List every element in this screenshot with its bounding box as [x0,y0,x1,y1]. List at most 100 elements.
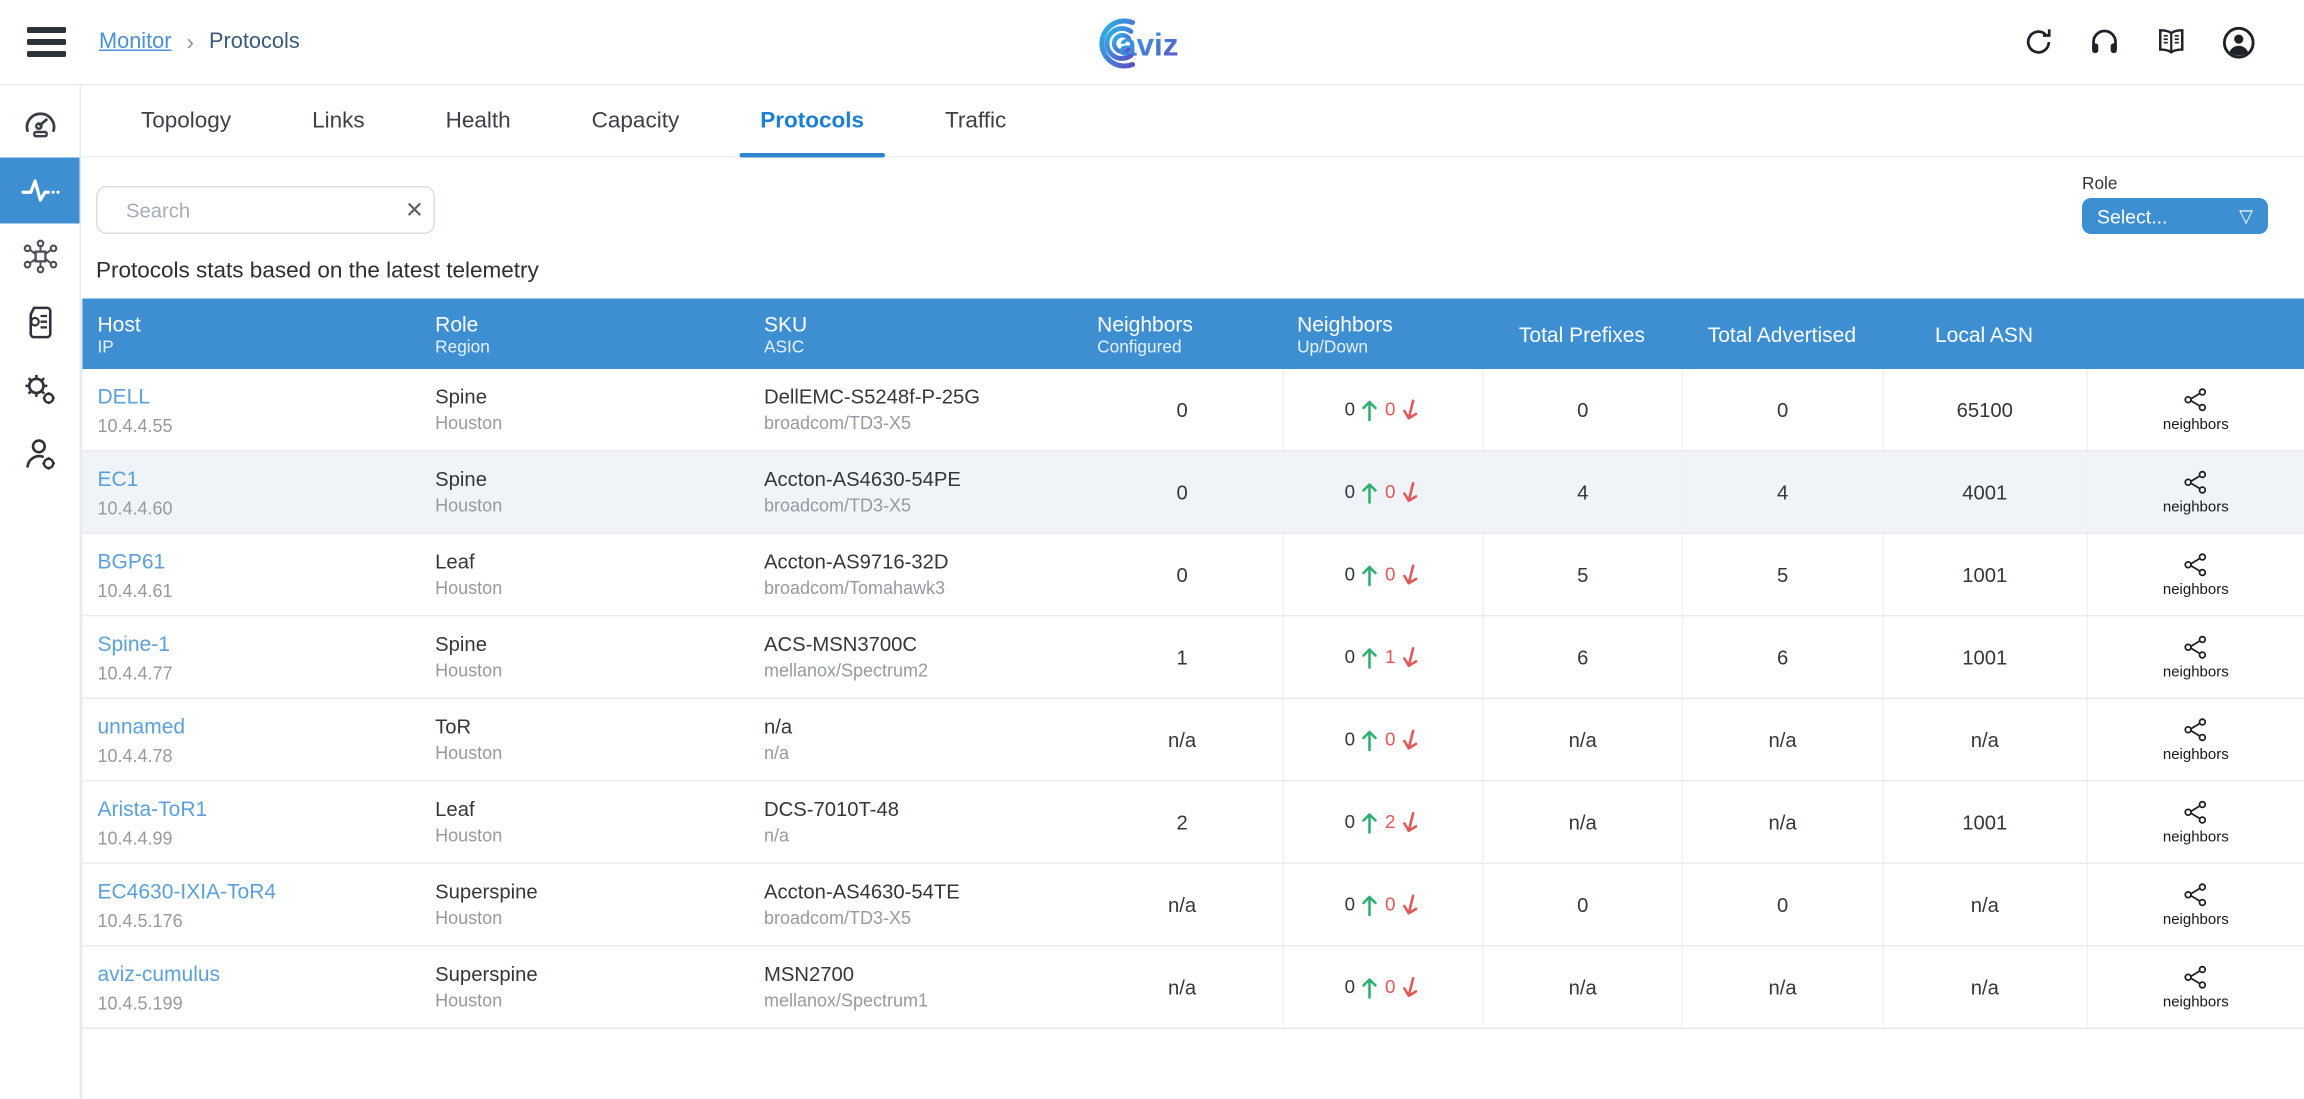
sku-value: DellEMC-S5248f-P-25G [764,386,1082,409]
neighbors-up-count: 0 [1345,564,1355,585]
breadcrumb-monitor-link[interactable]: Monitor [99,30,172,54]
neighbors-up-count: 0 [1345,894,1355,915]
neighbors-button[interactable]: neighbors [2163,551,2229,599]
host-link[interactable]: Spine-1 [98,631,170,655]
cell-total-advertised: 0 [1682,864,1882,945]
region-value: Houston [435,990,749,1011]
table-row: Spine-1 10.4.4.77 Spine Houston ACS-MSN3… [83,617,2304,700]
host-link[interactable]: Arista-ToR1 [98,796,208,820]
col-header-sku: SKU ASIC [749,311,1082,356]
refresh-icon[interactable] [2022,26,2055,59]
neighbors-button[interactable]: neighbors [2163,716,2229,764]
neighbors-label: neighbors [2163,830,2229,847]
monitor-tabs: Topology Links Health Capacity Protocols… [81,86,2304,158]
hamburger-menu-icon[interactable] [27,27,66,57]
neighbors-up-count: 0 [1345,812,1355,833]
arrow-down-icon [1399,644,1423,671]
tab-capacity[interactable]: Capacity [571,86,701,157]
neighbors-button[interactable]: neighbors [2163,468,2229,516]
gears-icon [20,368,61,409]
cell-neighbors-action: neighbors [2086,947,2304,1028]
sidebar-item-config-docs[interactable] [0,290,80,356]
cell-total-prefixes: 0 [1482,864,1682,945]
cell-neighbors-configured: 0 [1082,452,1282,533]
tab-links[interactable]: Links [291,86,386,157]
cell-local-asn: 65100 [1882,369,2086,450]
cell-sku: n/a n/a [749,716,1082,764]
neighbors-button[interactable]: neighbors [2163,963,2229,1011]
cell-total-prefixes: n/a [1482,699,1682,780]
table-row: Arista-ToR1 10.4.4.99 Leaf Houston DCS-7… [83,782,2304,865]
arrow-down-icon [1399,396,1423,423]
table-row: aviz-cumulus 10.4.5.199 Superspine Houst… [83,947,2304,1030]
cell-neighbors-updown: 0 2 [1282,782,1482,863]
cell-neighbors-action: neighbors [2086,534,2304,615]
tab-health[interactable]: Health [425,86,532,157]
neighbors-share-icon [2182,551,2211,580]
tab-topology[interactable]: Topology [120,86,252,157]
sidebar-item-dashboard[interactable] [0,92,80,158]
sidebar-item-network[interactable] [0,224,80,290]
host-link[interactable]: BGP61 [98,548,166,572]
cell-neighbors-action: neighbors [2086,699,2304,780]
table-title: Protocols stats based on the latest tele… [81,243,2304,299]
sidebar-item-user-admin[interactable] [0,422,80,488]
cell-total-advertised: 4 [1682,452,1882,533]
sku-value: Accton-AS4630-54PE [764,468,1082,491]
role-value: Spine [435,468,749,491]
search-input[interactable] [126,199,392,222]
cell-role: Superspine Houston [420,963,749,1011]
role-value: Leaf [435,551,749,574]
cell-role: Leaf Houston [420,798,749,846]
arrow-up-icon [1361,976,1379,999]
neighbors-label: neighbors [2163,500,2229,517]
search-clear-icon[interactable]: ✕ [405,199,424,222]
role-value: Superspine [435,963,749,986]
neighbors-button[interactable]: neighbors [2163,633,2229,681]
host-link[interactable]: EC1 [98,466,139,490]
tab-traffic[interactable]: Traffic [924,86,1027,157]
cell-neighbors-action: neighbors [2086,782,2304,863]
account-icon[interactable] [2222,25,2257,60]
cell-neighbors-updown: 0 0 [1282,864,1482,945]
role-select[interactable]: Select... ▽ [2082,198,2268,234]
docs-book-icon[interactable] [2154,26,2189,59]
document-gear-icon [20,303,59,342]
host-link[interactable]: unnamed [98,713,186,737]
tab-protocols[interactable]: Protocols [739,86,885,157]
region-value: Houston [435,908,749,929]
cell-total-prefixes: n/a [1482,947,1682,1028]
asic-value: broadcom/TD3-X5 [764,413,1082,434]
sidebar-item-monitor[interactable] [0,158,80,224]
neighbors-button[interactable]: neighbors [2163,798,2229,846]
neighbors-share-icon [2182,963,2211,992]
host-ip: 10.4.5.176 [98,910,421,931]
asic-value: n/a [764,743,1082,764]
support-headset-icon[interactable] [2088,26,2121,59]
neighbors-down-count: 0 [1385,729,1395,750]
cell-total-advertised: n/a [1682,947,1882,1028]
host-link[interactable]: EC4630-IXIA-ToR4 [98,878,277,902]
cell-role: Spine Houston [420,468,749,516]
host-ip: 10.4.4.77 [98,662,421,683]
cell-neighbors-configured: 0 [1082,369,1282,450]
neighbors-up-count: 0 [1345,482,1355,503]
cell-total-advertised: n/a [1682,699,1882,780]
sku-value: ACS-MSN3700C [764,633,1082,656]
gauge-icon [20,105,59,144]
sidebar-item-settings[interactable] [0,356,80,422]
arrow-up-icon [1361,398,1379,421]
col-header-local-asn: Local ASN [1882,322,2086,346]
neighbors-button[interactable]: neighbors [2163,881,2229,929]
table-row: EC1 10.4.4.60 Spine Houston Accton-AS463… [83,452,2304,535]
role-value: Superspine [435,881,749,904]
host-link[interactable]: aviz-cumulus [98,961,221,985]
cell-host: EC1 10.4.4.60 [83,466,421,519]
cell-neighbors-configured: 2 [1082,782,1282,863]
neighbors-button[interactable]: neighbors [2163,386,2229,434]
cell-sku: DCS-7010T-48 n/a [749,798,1082,846]
cell-neighbors-action: neighbors [2086,452,2304,533]
cell-sku: Accton-AS4630-54PE broadcom/TD3-X5 [749,468,1082,516]
search-box: ✕ [96,186,435,234]
host-link[interactable]: DELL [98,383,151,407]
